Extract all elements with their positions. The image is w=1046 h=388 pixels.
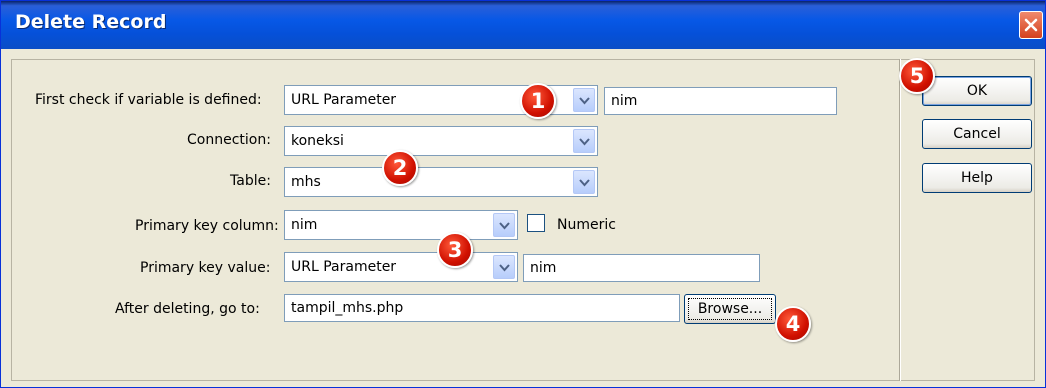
first-check-type-value: URL Parameter: [291, 92, 397, 108]
dropdown-arrow-button[interactable]: [573, 88, 595, 112]
connection-value: koneksi: [291, 133, 344, 149]
title-bar: Delete Record: [1, 1, 1045, 49]
dropdown-arrow-button[interactable]: [573, 129, 595, 153]
callout-badge-5: 5: [899, 58, 935, 94]
chevron-down-icon: [579, 97, 590, 105]
callout-badge-2: 2: [382, 150, 418, 186]
close-button[interactable]: [1019, 11, 1043, 39]
primary-key-value-name-field[interactable]: nim: [523, 254, 760, 282]
after-deleting-url-field[interactable]: tampil_mhs.php: [284, 294, 680, 322]
dropdown-arrow-button[interactable]: [573, 170, 595, 194]
primary-key-column-select[interactable]: nim: [284, 210, 518, 240]
ok-button[interactable]: OK: [922, 76, 1032, 106]
cancel-button[interactable]: Cancel: [922, 119, 1032, 149]
chevron-down-icon: [499, 264, 510, 272]
callout-badge-1: 1: [520, 83, 556, 119]
primary-key-column-label: Primary key column:: [135, 218, 279, 234]
first-check-name-value: nim: [611, 93, 638, 109]
first-check-name-field[interactable]: nim: [604, 87, 837, 115]
primary-key-value-type-value: URL Parameter: [291, 259, 397, 275]
primary-key-value-type-select[interactable]: URL Parameter: [284, 252, 518, 282]
primary-key-value-name-value: nim: [530, 260, 557, 276]
connection-label: Connection:: [187, 132, 271, 148]
dropdown-arrow-button[interactable]: [493, 213, 515, 237]
close-icon: [1024, 18, 1038, 32]
callout-badge-3: 3: [437, 232, 473, 268]
dropdown-arrow-button[interactable]: [493, 255, 515, 279]
primary-key-column-value: nim: [291, 217, 318, 233]
help-button[interactable]: Help: [922, 163, 1032, 193]
primary-key-value-label: Primary key value:: [140, 260, 271, 276]
after-deleting-url-value: tampil_mhs.php: [291, 300, 404, 316]
callout-badge-4: 4: [775, 306, 811, 342]
chevron-down-icon: [579, 138, 590, 146]
numeric-checkbox[interactable]: [527, 214, 545, 232]
connection-select[interactable]: koneksi: [284, 126, 598, 156]
buttons-separator: [899, 59, 901, 381]
chevron-down-icon: [579, 179, 590, 187]
table-value: mhs: [291, 174, 321, 190]
delete-record-dialog: Delete Record First check if variable is…: [0, 0, 1046, 388]
after-deleting-label: After deleting, go to:: [115, 301, 260, 317]
cancel-button-label: Cancel: [953, 126, 1001, 142]
browse-button[interactable]: Browse...: [684, 294, 776, 324]
table-label: Table:: [230, 173, 271, 189]
numeric-label: Numeric: [557, 217, 616, 233]
chevron-down-icon: [499, 222, 510, 230]
window-title: Delete Record: [15, 11, 167, 33]
ok-button-label: OK: [966, 83, 988, 99]
first-check-label: First check if variable is defined:: [35, 92, 262, 108]
help-button-label: Help: [961, 170, 993, 186]
table-select[interactable]: mhs: [284, 167, 598, 197]
